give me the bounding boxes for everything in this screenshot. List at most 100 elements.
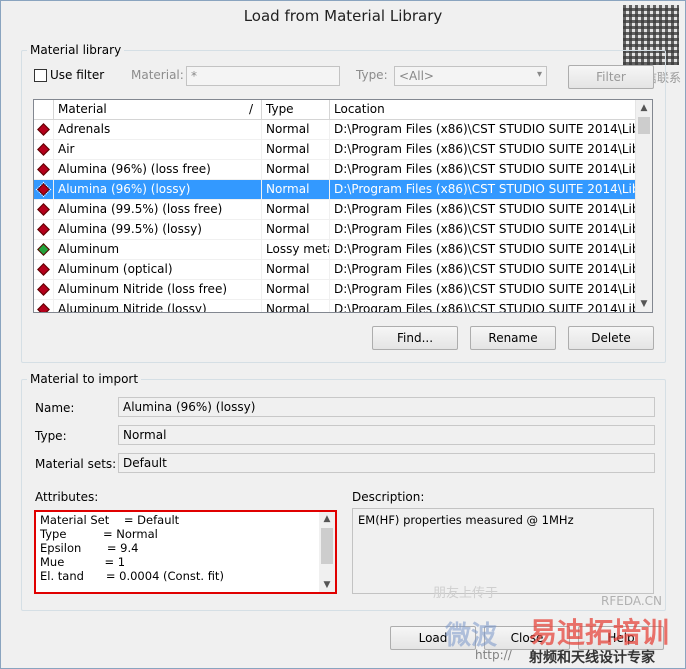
scroll-up-icon[interactable]: ▲	[636, 100, 652, 116]
attribute-line: El. tand = 0.0004 (Const. fit)	[40, 569, 224, 583]
material-icon-cell	[34, 240, 54, 260]
scroll-down-icon[interactable]: ▼	[319, 578, 335, 592]
delete-button[interactable]: Delete	[568, 326, 654, 350]
attribute-line: Type = Normal	[40, 527, 158, 541]
material-filter-label: Material:	[131, 68, 184, 82]
tagline-watermark: 射频和天线设计专家	[529, 650, 655, 666]
table-header: Material / Type Location	[34, 100, 637, 120]
rename-button[interactable]: Rename	[470, 326, 556, 350]
materials-table: Material / Type Location Adrenals Normal D…	[33, 99, 653, 313]
scroll-up-icon[interactable]: ▲	[319, 512, 335, 526]
column-header-material[interactable]: Material /	[54, 100, 262, 120]
type-cell: Normal	[262, 180, 330, 200]
table-row[interactable]: AluminumLossy metalD:\Program Files (x86…	[34, 240, 637, 260]
type-cell: Normal	[262, 160, 330, 180]
type-filter-label: Type:	[356, 68, 388, 82]
material-sets-field: Default	[118, 453, 655, 473]
attribute-line: Material Set = Default	[40, 513, 180, 527]
type-cell: Normal	[262, 120, 330, 140]
material-cell: Alumina (96%) (loss free)	[54, 160, 262, 180]
description-field: EM(HF) properties measured @ 1MHz	[352, 508, 654, 594]
filter-button[interactable]: Filter	[568, 65, 654, 89]
attributes-content: Material Set = Default Type = Normal Epsil…	[36, 512, 335, 583]
location-cell: D:\Program Files (x86)\CST STUDIO SUITE …	[330, 240, 637, 260]
type-filter-value: <All>	[399, 69, 434, 83]
material-gem-icon	[37, 163, 50, 176]
material-icon-cell	[34, 140, 54, 160]
table-row[interactable]: Aluminum Nitride (loss free) Normal D:\Pro…	[34, 280, 637, 300]
table-row[interactable]: Adrenals Normal D:\Program Files (x86)\CST…	[34, 120, 637, 140]
location-cell: D:\Program Files (x86)\CST STUDIO SUITE …	[330, 280, 637, 300]
type-filter-select[interactable]: <All> ▾	[394, 66, 547, 86]
dialog-title: Load from Material Library	[1, 1, 685, 32]
material-gem-icon	[35, 181, 52, 198]
material-icon-cell	[34, 260, 54, 280]
table-body: Adrenals Normal D:\Program Files (x86)\CST…	[34, 120, 637, 312]
type-cell: Normal	[262, 280, 330, 300]
attributes-textbox[interactable]: Material Set = Default Type = Normal Epsil…	[34, 510, 337, 594]
table-scrollbar[interactable]: ▲ ▼	[635, 100, 652, 312]
material-cell: Alumina (99.5%) (loss free)	[54, 200, 262, 220]
material-gem-icon	[37, 123, 50, 136]
material-cell: Aluminum Nitride (lossy)	[54, 300, 262, 312]
scrollbar-thumb[interactable]	[321, 528, 333, 564]
column-header-type[interactable]: Type	[262, 100, 330, 120]
material-gem-icon	[37, 143, 50, 156]
material-cell: Air	[54, 140, 262, 160]
material-cell: Aluminum	[54, 240, 262, 260]
material-icon-cell	[34, 300, 54, 312]
scrollbar-thumb[interactable]	[638, 117, 650, 134]
table-row[interactable]: Alumina (99.5%) (lossy) Normal D:\Program …	[34, 220, 637, 240]
scroll-down-icon[interactable]: ▼	[636, 296, 652, 312]
type-cell: Normal	[262, 300, 330, 312]
close-button[interactable]: Close	[484, 626, 570, 650]
table-row[interactable]: Aluminum (optical) Normal D:\Program Files…	[34, 260, 637, 280]
attributes-label: Attributes:	[35, 490, 99, 504]
material-gem-icon	[37, 223, 50, 236]
table-row[interactable]: Aluminum Nitride (lossy) Normal D:\Program…	[34, 300, 637, 312]
load-button[interactable]: Load	[390, 626, 476, 650]
location-cell: D:\Program Files (x86)\CST STUDIO SUITE …	[330, 220, 637, 240]
table-row[interactable]: Air Normal D:\Program Files (x86)\CST STUD…	[34, 140, 637, 160]
material-to-import-title: Material to import	[27, 372, 142, 386]
sort-indicator-icon: /	[248, 102, 253, 116]
type-cell: Normal	[262, 200, 330, 220]
attribute-line: Epsilon = 9.4	[40, 541, 139, 555]
description-label: Description:	[352, 490, 425, 504]
table-row[interactable]: Alumina (99.5%) (loss free) Normal D:\Prog…	[34, 200, 637, 220]
type-cell: Normal	[262, 220, 330, 240]
find-button[interactable]: Find...	[372, 326, 458, 350]
material-icon-cell	[34, 280, 54, 300]
use-filter-label: Use filter	[50, 68, 105, 82]
type-field: Normal	[118, 425, 655, 445]
location-cell: D:\Program Files (x86)\CST STUDIO SUITE …	[330, 140, 637, 160]
table-row[interactable]: Alumina (96%) (lossy) Normal D:\Program Fi…	[34, 180, 637, 200]
material-cell: Aluminum Nitride (loss free)	[54, 280, 262, 300]
column-header-location[interactable]: Location	[330, 100, 637, 120]
material-gem-icon	[37, 283, 50, 296]
material-filter-input[interactable]: *	[186, 66, 340, 86]
table-row[interactable]: Alumina (96%) (loss free) Normal D:\Progra…	[34, 160, 637, 180]
column-header-icon[interactable]	[34, 100, 54, 120]
help-button[interactable]: Help	[578, 626, 664, 650]
material-icon-cell	[34, 180, 54, 200]
material-sets-label: Material sets:	[35, 457, 117, 471]
column-header-material-label: Material	[58, 102, 107, 116]
material-icon-cell	[34, 220, 54, 240]
location-cell: D:\Program Files (x86)\CST STUDIO SUITE …	[330, 160, 637, 180]
location-cell: D:\Program Files (x86)\CST STUDIO SUITE …	[330, 200, 637, 220]
material-cell: Alumina (99.5%) (lossy)	[54, 220, 262, 240]
material-cell: Adrenals	[54, 120, 262, 140]
location-cell: D:\Program Files (x86)\CST STUDIO SUITE …	[330, 260, 637, 280]
location-cell: D:\Program Files (x86)\CST STUDIO SUITE …	[330, 120, 637, 140]
use-filter-checkbox[interactable]	[34, 69, 47, 82]
material-icon-cell	[34, 160, 54, 180]
type-cell: Lossy metal	[262, 240, 330, 260]
chevron-down-icon: ▾	[536, 69, 542, 80]
material-icon-cell	[34, 200, 54, 220]
attribute-line: Mue = 1	[40, 555, 126, 569]
attributes-scrollbar[interactable]: ▲ ▼	[319, 512, 335, 592]
material-gem-icon	[37, 243, 50, 256]
url-watermark: http://	[475, 648, 512, 662]
material-library-title: Material library	[27, 43, 125, 57]
